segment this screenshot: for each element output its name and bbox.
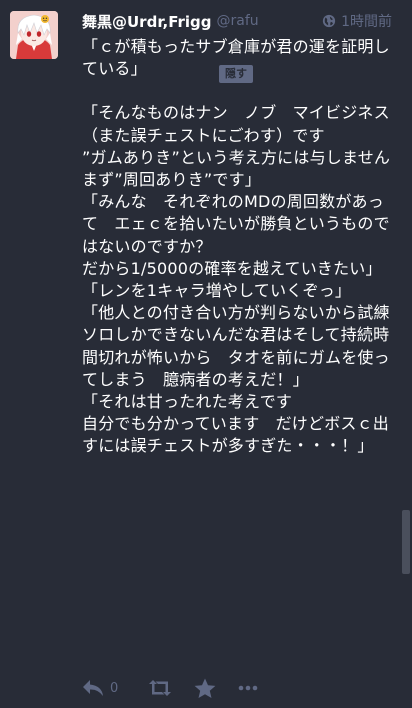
favourite-button[interactable] [194,678,216,699]
content-line: 「みんな それぞれのMDの周回数があって エェｃを拾いたいが勝負というものではな… [82,192,390,256]
content-line: 「そんなものはナン ノブ マイビジネス（また誤チェストにごわす）です [82,103,390,145]
status-actions: 0 [82,674,280,702]
star-icon [194,678,216,698]
content-line: 自分でも分かっています だけどボスｃ出すには誤チェストが多すぎた・・・！」 [82,414,390,456]
content-line: まず”周回ありき”です」 [82,170,261,190]
reply-count: 0 [110,680,119,696]
timestamp[interactable]: 1時間前 [322,11,392,31]
boost-button[interactable] [148,679,172,697]
content-line: 「それは甘ったれた考えです [82,392,293,412]
content-gap [82,80,392,102]
content-line: 「レンを1キャラ増やしていくぞっ」 [82,281,352,301]
content-line: ”ガムありき”という考え方には与しません [82,147,391,167]
globe-icon [322,14,336,28]
boost-icon [149,680,172,696]
hide-content-button[interactable]: 隠す [219,65,253,83]
scrollbar-thumb[interactable] [402,510,410,574]
scrollbar[interactable] [400,0,412,708]
content-line: だから1/5000の確率を越えていきたい」 [82,258,382,278]
status-content: 「ｃが積もったサブ倉庫が君の運を証明している」 「そんなものはナン ノブ マイビ… [82,36,392,458]
more-icon [238,685,258,691]
relative-time: 1時間前 [341,14,392,30]
reply-button[interactable]: 0 [82,679,118,697]
avatar[interactable] [10,11,58,59]
status-header: 舞黒@Urdr,Frigg @rafu 1時間前 [82,9,392,33]
display-name[interactable]: 舞黒@Urdr,Frigg [82,11,212,32]
content-line: 「他人との付き合い方が判らないから試練ソロしかできないんだな君はそして持続時間切… [82,303,390,389]
reply-icon [83,680,103,696]
avatar-image [10,11,58,59]
account-handle[interactable]: @rafu [217,13,259,29]
status-card: 舞黒@Urdr,Frigg @rafu 1時間前 「ｃが積もったサブ倉庫が君の運… [0,0,400,708]
more-button[interactable] [238,685,258,691]
